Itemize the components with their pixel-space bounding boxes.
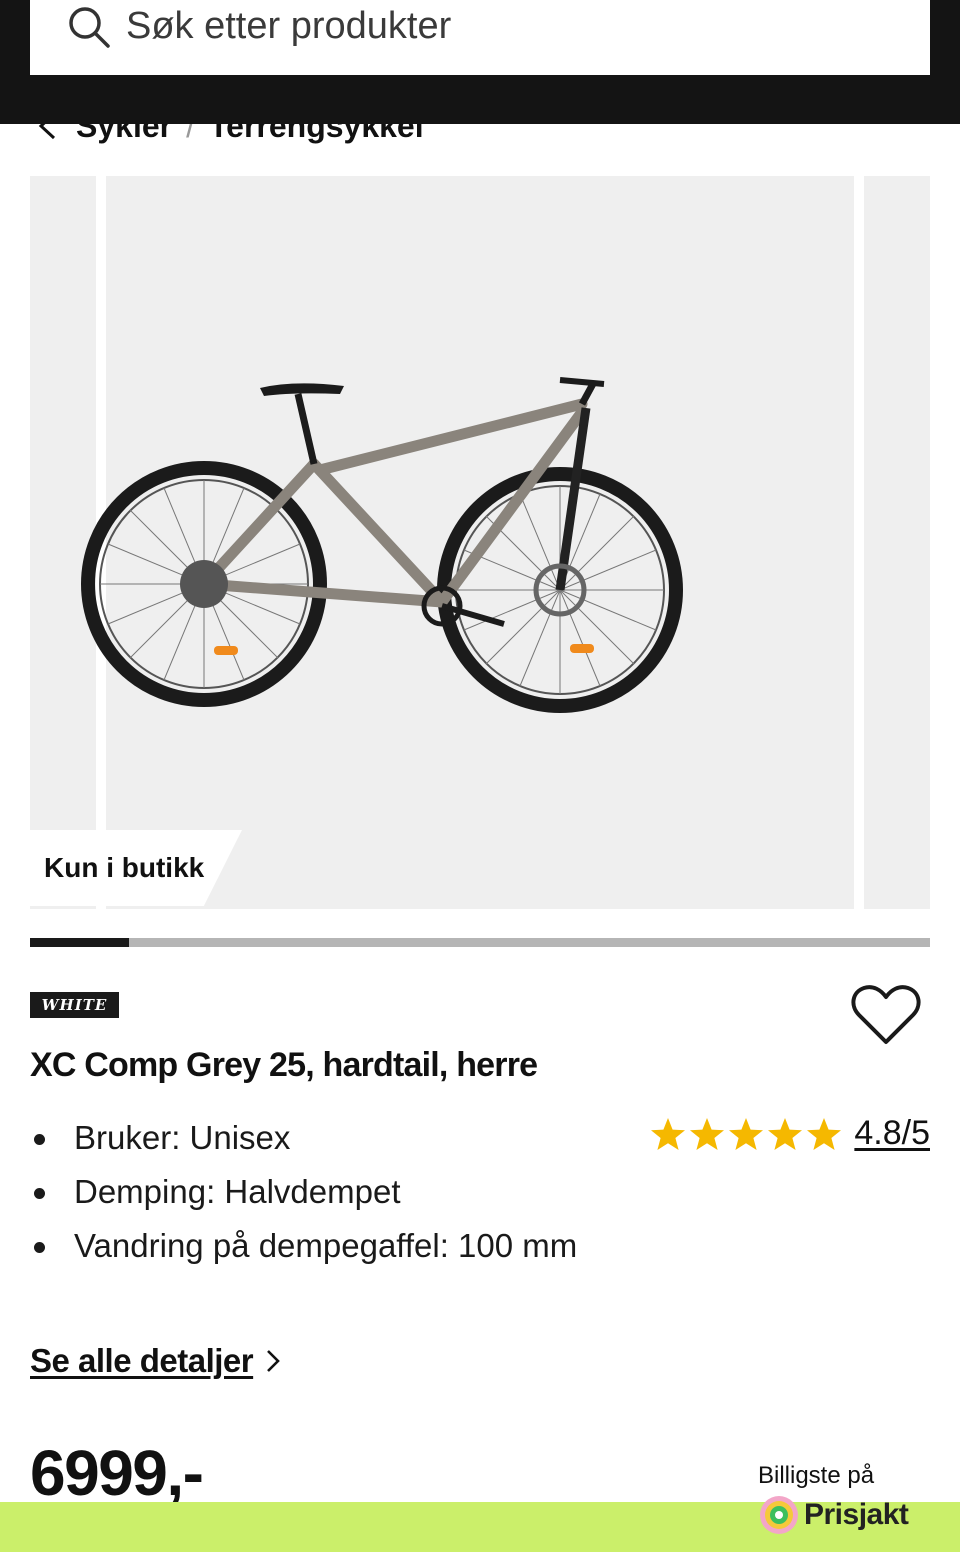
bicycle-image xyxy=(81,377,683,713)
prisjakt-logo-text: Prisjakt xyxy=(804,1498,909,1531)
gallery-progress-bar xyxy=(30,938,930,947)
prisjakt-logo-icon xyxy=(760,1496,798,1534)
product-image-gallery[interactable]: Kun i butikk xyxy=(0,176,960,909)
star-icon xyxy=(768,1117,803,1150)
search-input[interactable] xyxy=(126,5,886,48)
product-title: XC Comp Grey 25, hardtail, herre xyxy=(30,1046,538,1084)
spec-item-suspension: Demping: Halvdempet xyxy=(30,1170,590,1214)
brand-logo[interactable]: WHITE xyxy=(30,992,119,1018)
star-icon xyxy=(651,1117,686,1150)
see-all-details-label: Se alle detaljer xyxy=(30,1342,254,1379)
brand-logo-text: WHITE xyxy=(41,996,108,1014)
product-price: 6999,- xyxy=(30,1437,204,1509)
product-specs-list: Bruker: Unisex Demping: Halvdempet Vandr… xyxy=(30,1116,590,1278)
heart-icon[interactable] xyxy=(850,982,922,1048)
see-all-details-link[interactable]: Se alle detaljer xyxy=(30,1342,281,1380)
chevron-right-icon xyxy=(267,1350,280,1372)
prisjakt-badge[interactable]: Billigste på Prisjakt xyxy=(758,1462,938,1536)
top-header xyxy=(0,0,960,124)
gallery-next-slide[interactable] xyxy=(864,176,930,909)
in-store-only-label: Kun i butikk xyxy=(44,852,205,883)
rating-value-link[interactable]: 4.8/5 xyxy=(854,1114,930,1153)
product-rating[interactable]: 4.8/5 xyxy=(649,1114,930,1153)
search-bar[interactable] xyxy=(30,0,930,75)
spec-item-fork-travel: Vandring på dempegaffel: 100 mm xyxy=(30,1224,590,1268)
star-icon xyxy=(690,1117,725,1150)
star-icon xyxy=(729,1117,764,1150)
gallery-progress-fill xyxy=(30,938,129,947)
spec-item-user: Bruker: Unisex xyxy=(30,1116,590,1160)
prisjakt-cheapest-label: Billigste på xyxy=(758,1462,875,1489)
prisjakt-logo: Prisjakt xyxy=(758,1494,938,1536)
star-icon xyxy=(807,1117,842,1150)
search-icon xyxy=(69,6,110,48)
rating-stars xyxy=(649,1116,844,1152)
